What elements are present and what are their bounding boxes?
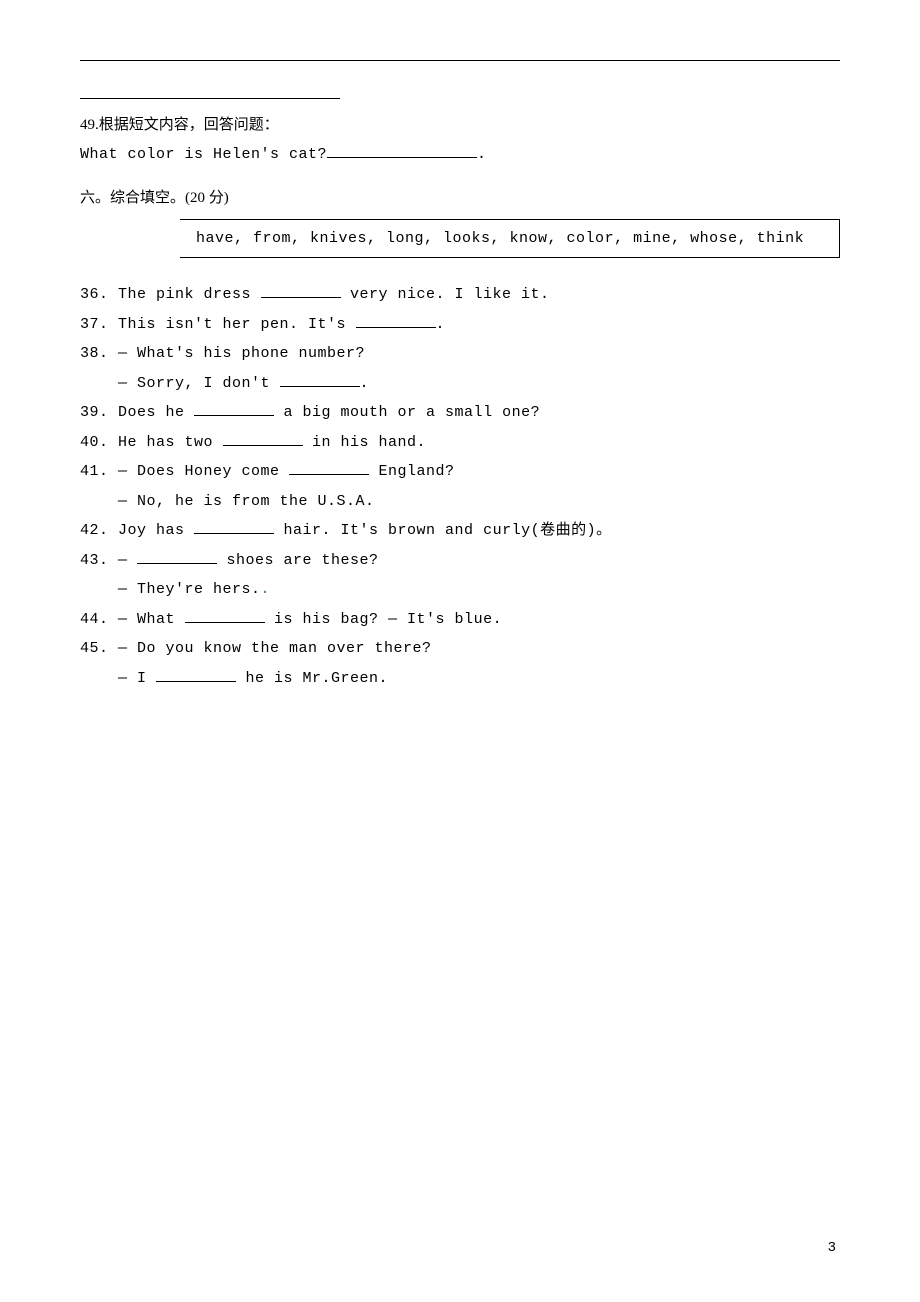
q42-pre: 42. Joy has [80, 522, 194, 539]
q41b-text: — No, he is from the U.S.A. [118, 493, 375, 510]
q45b-post: he is Mr.Green. [236, 670, 388, 687]
section6-heading: 六。综合填空。(20 分) [80, 186, 840, 212]
q44-post: is his bag? — It's blue. [265, 611, 503, 628]
q49-prompt-text: 49.根据短文内容，回答问题： [80, 117, 279, 133]
q40: 40. He has two in his hand. [80, 430, 840, 456]
q45b-pre: — I [118, 670, 156, 687]
word-bank-box: have, from, knives, long, looks, know, c… [180, 219, 840, 258]
q41a-pre: 41. — Does Honey come [80, 463, 289, 480]
q49-question-text: What color is Helen's cat? [80, 146, 327, 163]
q45-line1: 45. — Do you know the man over there? [80, 636, 840, 662]
q38a-text: 38. — What's his phone number? [80, 345, 365, 362]
page-number-text: 3 [828, 1240, 836, 1256]
q37-blank[interactable] [356, 313, 436, 328]
q44: 44. — What is his bag? — It's blue. [80, 607, 840, 633]
q37: 37. This isn't her pen. It's . [80, 312, 840, 338]
q41-blank[interactable] [289, 461, 369, 476]
q40-post: in his hand. [303, 434, 427, 451]
q41-line2: — No, he is from the U.S.A. [80, 489, 840, 515]
q41-line1: 41. — Does Honey come England? [80, 459, 840, 485]
q38b-post: . [360, 375, 370, 392]
q44-blank[interactable] [185, 608, 265, 623]
q39-post: a big mouth or a small one? [274, 404, 540, 421]
q38-line2: — Sorry, I don't . [80, 371, 840, 397]
section6-heading-text: 六。综合填空。(20 分) [80, 190, 229, 206]
q43a-pre: 43. — [80, 552, 137, 569]
q42: 42. Joy has hair. It's brown and curly(卷… [80, 518, 840, 544]
q37-pre: 37. This isn't her pen. It's [80, 316, 356, 333]
q39-pre: 39. Does he [80, 404, 194, 421]
word-bank-text: have, from, knives, long, looks, know, c… [196, 230, 804, 247]
q38-blank[interactable] [280, 372, 360, 387]
q43a-post: shoes are these? [217, 552, 379, 569]
q40-pre: 40. He has two [80, 434, 223, 451]
q45-blank[interactable] [156, 667, 236, 682]
q38b-pre: — Sorry, I don't [118, 375, 280, 392]
q49-trail: . [477, 146, 487, 163]
q44-pre: 44. — What [80, 611, 185, 628]
q36: 36. The pink dress very nice. I like it. [80, 282, 840, 308]
q43b-text: — They're hers. [118, 581, 261, 598]
carryover-blank-line [80, 83, 840, 109]
top-rule [80, 60, 840, 61]
q42-blank[interactable] [194, 520, 274, 535]
q36-post: very nice. I like it. [341, 286, 550, 303]
q43-line2: — They're hers.. [80, 577, 840, 603]
q41a-post: England? [369, 463, 455, 480]
q36-pre: 36. The pink dress [80, 286, 261, 303]
q37-post: . [436, 316, 446, 333]
q43-blank[interactable] [137, 549, 217, 564]
q38-line1: 38. — What's his phone number? [80, 341, 840, 367]
q43-line1: 43. — shoes are these? [80, 548, 840, 574]
stray-dot-icon: . [261, 581, 271, 598]
q49-question-line: What color is Helen's cat?. [80, 142, 840, 168]
q39: 39. Does he a big mouth or a small one? [80, 400, 840, 426]
q40-blank[interactable] [223, 431, 303, 446]
q45a-text: 45. — Do you know the man over there? [80, 640, 432, 657]
q45-line2: — I he is Mr.Green. [80, 666, 840, 692]
q42-post: hair. It's brown and curly(卷曲的)。 [274, 522, 612, 539]
q49-answer-blank[interactable] [327, 144, 477, 159]
answer-blank[interactable] [80, 85, 340, 100]
q49-prompt: 49.根据短文内容，回答问题： [80, 113, 840, 139]
page-number: 3 [828, 1240, 836, 1256]
q36-blank[interactable] [261, 284, 341, 299]
q39-blank[interactable] [194, 402, 274, 417]
